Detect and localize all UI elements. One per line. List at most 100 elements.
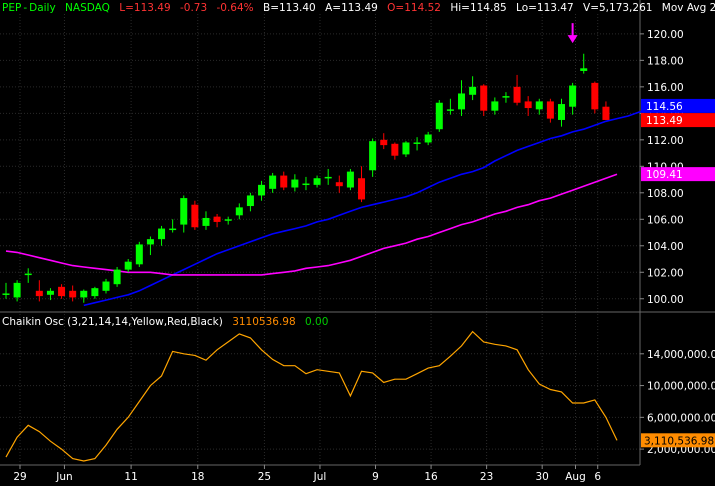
candle-body-up [402, 142, 410, 155]
candle-body-up [24, 273, 32, 276]
header-exchange: NASDAQ [65, 2, 110, 14]
price-y-tick-label: 100.00 [647, 294, 684, 306]
candle-body-down [480, 85, 488, 111]
candle-body-up [302, 183, 310, 186]
candle-body-down [524, 101, 532, 109]
candle-body-down [69, 290, 77, 298]
candle-body-up [469, 86, 477, 95]
header-high: Hi=114.85 [450, 2, 507, 14]
candle-body-up [80, 290, 88, 298]
header-low: Lo=113.47 [516, 2, 574, 14]
candle-body-up [424, 134, 432, 143]
candle-body-down [335, 182, 343, 187]
x-tick-label: 11 [124, 471, 137, 483]
chart-background [0, 0, 715, 486]
price-label-text: 113.49 [646, 115, 683, 127]
candle-body-up [246, 195, 254, 207]
osc-label-text: 3,110,536.98 [644, 435, 714, 447]
candle-body-up [569, 85, 577, 107]
candle-body-up [13, 282, 21, 298]
candle-body-up [202, 217, 210, 226]
osc-name: Chaikin Osc (3,21,14,14,Yellow,Red,Black… [2, 316, 223, 328]
candle-body-down [380, 139, 388, 146]
price-label-text: 109.41 [646, 169, 683, 181]
candle-body-up [558, 104, 565, 120]
oscillator-header: Chaikin Osc (3,21,14,14,Yellow,Red,Black… [2, 316, 334, 328]
candle-body-up [313, 178, 321, 185]
candle-body-up [180, 198, 188, 225]
x-tick-label: 29 [13, 471, 26, 483]
candle-body-down [213, 216, 221, 222]
candle-body-up [269, 175, 277, 189]
x-tick-label: 16 [424, 471, 438, 483]
x-tick-label: 23 [480, 471, 493, 483]
header-bid: B=113.40 [263, 2, 316, 14]
candle-body-up [580, 68, 588, 71]
header-open: O=114.52 [387, 2, 441, 14]
header-sep1: - [23, 2, 28, 14]
osc-y-tick-label: 14,000,000.00 [647, 349, 715, 361]
candle-body-down [58, 286, 66, 297]
header-ask: A=113.49 [325, 2, 378, 14]
header-change: -0.73 [179, 2, 208, 14]
candle-body-up [291, 179, 299, 188]
price-y-tick-label: 116.00 [647, 82, 684, 94]
candle-body-up [435, 102, 443, 130]
candle-body-down [602, 106, 610, 120]
candle-body-up [502, 96, 510, 98]
candle-body-down [35, 290, 43, 297]
candle-body-up [2, 293, 10, 295]
price-y-tick-label: 118.00 [647, 55, 684, 67]
price-y-tick-label: 112.00 [647, 135, 684, 147]
x-tick-label: 6 [594, 471, 601, 483]
candle-body-down [391, 143, 399, 156]
price-header: PEP - Daily NASDAQ L=113.49 -0.73 -0.64% B… [2, 2, 715, 14]
header-change-pct: -0.64% [216, 2, 254, 14]
candle-body-down [358, 178, 366, 200]
x-tick-label: 25 [258, 471, 271, 483]
candle-body-up [446, 109, 454, 111]
candle-body-up [346, 171, 354, 188]
candle-body-up [324, 176, 332, 179]
candle-body-up [491, 101, 499, 111]
x-tick-label: Aug [565, 471, 586, 483]
header-last: L=113.49 [119, 2, 171, 14]
candle-body-up [124, 261, 132, 270]
candle-body-up [113, 269, 121, 285]
candle-body-up [91, 288, 99, 297]
candle-body-up [46, 290, 54, 295]
price-label-text: 114.56 [646, 101, 683, 113]
header-symbol: PEP [2, 2, 22, 14]
osc-value2: 0.00 [305, 316, 329, 328]
candle-body-up [235, 207, 243, 216]
candle-body-up [135, 244, 143, 265]
header-period: Daily [29, 2, 56, 14]
candle-body-down [280, 175, 288, 188]
x-tick-label: Jul [313, 471, 327, 483]
candle-body-up [258, 184, 266, 196]
candle-body-up [102, 281, 110, 291]
x-tick-label: 30 [535, 471, 548, 483]
candle-body-up [458, 93, 466, 110]
candle-body-down [591, 82, 599, 110]
price-y-tick-label: 104.00 [647, 241, 684, 253]
header-mov-avg: Mov Avg 2 l [661, 2, 715, 14]
candle-body-down [191, 204, 199, 228]
candle-body-down [546, 101, 554, 119]
x-tick-label: Jun [55, 471, 72, 483]
price-y-tick-label: 102.00 [647, 267, 684, 279]
osc-value1: 3110536.98 [232, 316, 296, 328]
candle-body-up [169, 228, 177, 231]
chart-canvas: 100.00 102.00 104.00 106.00 108.00 11 0.00 112.… [0, 0, 715, 486]
candle-body-down [513, 86, 521, 103]
price-y-tick-label: 106.00 [647, 214, 684, 226]
price-y-tick-label: 108.00 [647, 188, 684, 200]
candle-body-up [535, 101, 543, 110]
header-volume: V=5,173,261 [583, 2, 653, 14]
x-tick-label: 18 [191, 471, 204, 483]
candle-body-up [369, 141, 377, 171]
candle-body-up [158, 228, 166, 240]
price-y-tick-label: 120.00 [647, 29, 684, 41]
candle-body-up [224, 219, 232, 221]
candle-body-up [413, 142, 421, 144]
